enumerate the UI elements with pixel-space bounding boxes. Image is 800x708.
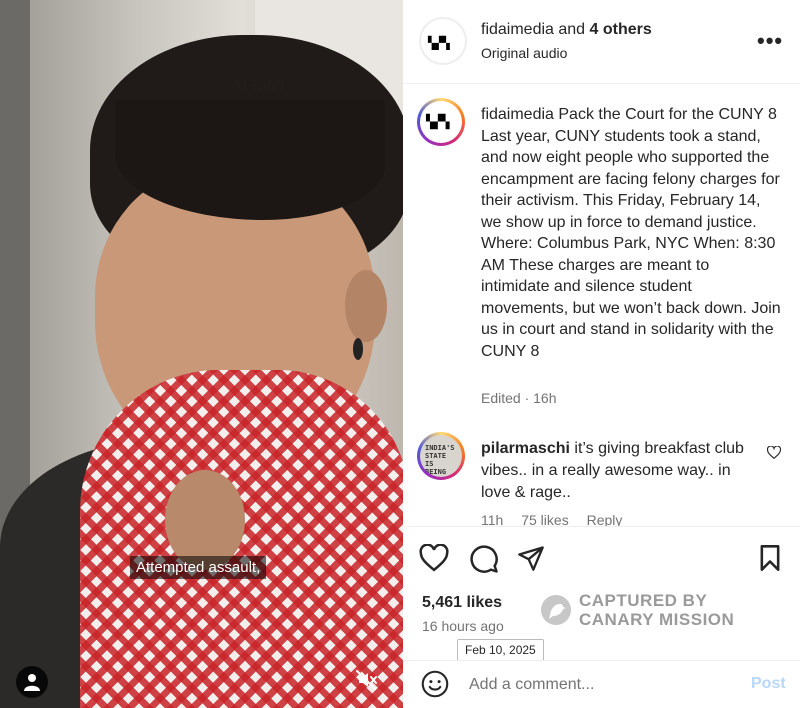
more-icon[interactable]: ••• xyxy=(757,28,783,54)
video-watermark: Al Fida'i xyxy=(232,78,285,94)
save-button[interactable] xyxy=(757,544,787,574)
owner-others[interactable]: 4 others xyxy=(590,21,652,38)
header-avatar[interactable]: ▚▞▚ xyxy=(421,19,465,63)
comments-scroll-area[interactable]: ▚▞▚ fidaimedia Pack the Court for the CU… xyxy=(403,84,800,526)
emoji-icon xyxy=(421,670,449,698)
caption-body: Pack the Court for the CUNY 8 Last year,… xyxy=(481,106,781,360)
post-comment-button[interactable]: Post xyxy=(751,675,786,693)
caption-username[interactable]: fidaimedia xyxy=(481,106,554,123)
comment-body: pilarmaschi it’s giving breakfast club v… xyxy=(481,438,751,504)
user-icon xyxy=(24,674,40,691)
audio-link[interactable]: Original audio xyxy=(481,45,567,61)
share-button[interactable] xyxy=(517,544,547,574)
canary-mission-watermark: CAPTURED BY CANARY MISSION xyxy=(539,589,739,633)
comment-icon xyxy=(470,545,498,573)
canary-line-2: CANARY MISSION xyxy=(579,610,735,629)
fidaimedia-logo: ▚▞▚ xyxy=(428,36,450,50)
comment-composer: Post xyxy=(403,660,800,708)
canary-bird-icon xyxy=(541,595,571,625)
owner-and: and xyxy=(553,21,590,38)
comment-likes[interactable]: 75 likes xyxy=(521,512,568,526)
comment-button[interactable] xyxy=(469,544,499,574)
post-header: ▚▞▚ fidaimedia and 4 others Original aud… xyxy=(403,0,800,84)
canary-line-1: CAPTURED BY xyxy=(579,591,708,610)
comment-like-button[interactable] xyxy=(766,445,782,464)
mute-button[interactable] xyxy=(350,664,382,696)
bookmark-icon xyxy=(760,545,780,571)
comment-username[interactable]: pilarmaschi xyxy=(481,440,570,457)
caption-meta: Edited · 16h xyxy=(481,390,557,406)
like-button[interactable] xyxy=(419,543,449,574)
date-tooltip: Feb 10, 2025 xyxy=(457,639,544,661)
post-caption: fidaimedia Pack the Court for the CUNY 8… xyxy=(481,104,781,362)
heart-icon xyxy=(419,543,449,572)
comment-input[interactable] xyxy=(469,672,739,698)
fidaimedia-logo: ▚▞▚ xyxy=(426,115,450,130)
comment-avatar-image-text: INDIA'S STATE IS BEING TETE-PLATE xyxy=(425,444,455,477)
tagged-users-button[interactable] xyxy=(16,666,48,698)
owner-username[interactable]: fidaimedia xyxy=(481,21,554,38)
post-sidebar: ▚▞▚ fidaimedia and 4 others Original aud… xyxy=(403,0,800,708)
comment-meta: 11h 75 likes Reply xyxy=(481,512,636,526)
likes-count[interactable]: 5,461 likes xyxy=(422,594,502,612)
mute-icon xyxy=(356,670,377,690)
post-owners[interactable]: fidaimedia and 4 others xyxy=(481,21,652,39)
heart-icon xyxy=(766,445,782,460)
share-icon xyxy=(518,546,544,571)
video-subtitle: Attempted assault, xyxy=(130,556,267,579)
reply-button[interactable]: Reply xyxy=(587,512,623,526)
comment-avatar[interactable]: INDIA'S STATE IS BEING TETE-PLATE xyxy=(420,435,462,477)
emoji-button[interactable] xyxy=(421,670,449,703)
caption-avatar[interactable]: ▚▞▚ xyxy=(420,101,462,143)
earring xyxy=(353,338,363,360)
person-ear xyxy=(345,270,387,342)
person-neck xyxy=(165,470,245,570)
comment-time: 11h xyxy=(481,512,504,526)
video-player[interactable]: Al Fida'i Attempted assault, xyxy=(0,0,403,708)
post-actions: 5,461 likes 16 hours ago Feb 10, 2025 CA… xyxy=(403,526,800,661)
post-time[interactable]: 16 hours ago xyxy=(422,618,504,634)
